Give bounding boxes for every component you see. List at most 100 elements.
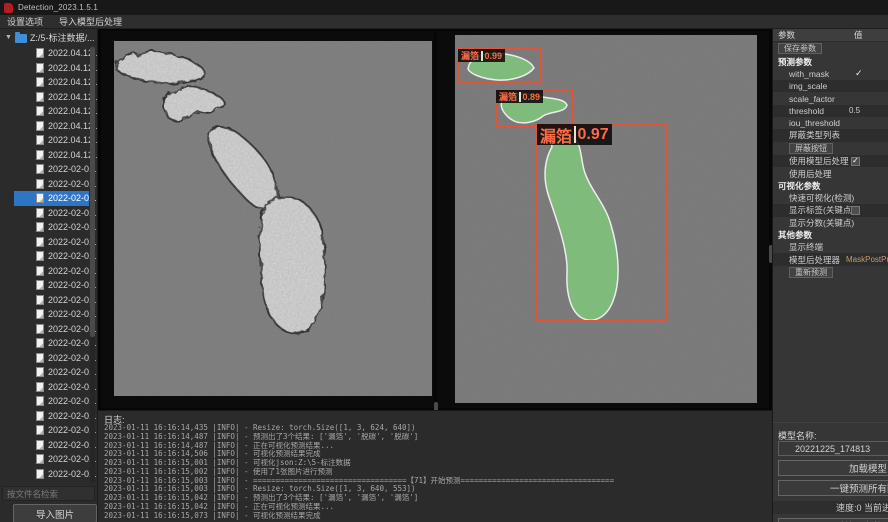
- checkbox-checked[interactable]: ✓: [851, 157, 860, 166]
- tree-item-file[interactable]: 2022-02-0...: [14, 206, 89, 221]
- image-viewer-area: 漏箔0.99漏箔0.89漏箔0.97: [98, 29, 772, 410]
- log-line: 2023-01-11 16:16:15,073 |INFO| - 可视化预测结果…: [104, 512, 772, 521]
- file-icon: [36, 266, 44, 276]
- detection-label: 漏箔0.99: [458, 49, 505, 62]
- tree-scrollbar-thumb[interactable]: [90, 47, 95, 337]
- tree-item-file[interactable]: 2022-02-0...: [14, 293, 89, 308]
- param-row[interactable]: iou_threshold: [773, 117, 888, 129]
- tree-item-file[interactable]: 2022-02-0...: [14, 235, 89, 250]
- file-icon: [36, 92, 44, 102]
- tree-item-file[interactable]: 2022.04.12...: [14, 90, 89, 105]
- tree-item-file[interactable]: 2022.04.12...: [14, 148, 89, 163]
- tree-item-file[interactable]: 2022-02-0...: [14, 452, 89, 467]
- param-label: 显示标签(关键点): [789, 204, 854, 216]
- tree-item-file[interactable]: 2022.04.12...: [14, 119, 89, 134]
- param-button[interactable]: 屏蔽按钮: [789, 143, 833, 154]
- tree-item-file[interactable]: 2022.04.12...: [14, 75, 89, 90]
- log-lines: 2023-01-11 16:16:14,435 |INFO| - Resize:…: [104, 424, 772, 520]
- param-row[interactable]: 快速可视化(检测): [773, 192, 888, 204]
- file-icon: [36, 193, 44, 203]
- file-icon: [36, 309, 44, 319]
- predict-all-button[interactable]: 一键预测所有图片: [778, 480, 888, 496]
- param-button[interactable]: 保存参数: [778, 43, 822, 54]
- chevron-down-icon: ▼: [5, 34, 12, 41]
- tree-item-file[interactable]: 2022-02-0...: [14, 409, 89, 424]
- file-tree-root[interactable]: ▼ Z:/5-标注数据/...: [0, 29, 97, 46]
- param-row[interactable]: 屏蔽类型列表: [773, 129, 888, 141]
- file-icon: [36, 48, 44, 58]
- file-icon: [36, 63, 44, 73]
- param-label: 快速可视化(检测): [789, 192, 854, 204]
- app-logo-icon: [4, 3, 13, 13]
- param-button-row: 重新预测: [773, 266, 888, 280]
- tree-item-file[interactable]: 2022.04.12...: [14, 61, 89, 76]
- tree-root-label: Z:/5-标注数据/...: [30, 31, 95, 44]
- param-row[interactable]: scale_factor: [773, 92, 888, 104]
- speed-status-text: 速度:0 当前进度: [773, 501, 888, 514]
- original-image-panel: [101, 31, 434, 408]
- postprocess-settings-button[interactable]: 后处理参数设置: [778, 518, 888, 522]
- file-icon: [36, 425, 44, 435]
- model-section: 模型名称: 20221225_174813 加载模型 一键预测所有图片 速度:0…: [773, 422, 888, 423]
- app-window: Detection_2023.1.5.1 设置选项 导入模型后处理 ▼ Z:/5…: [0, 0, 888, 522]
- param-section-label: 可视化参数: [773, 180, 888, 192]
- file-icon: [36, 150, 44, 160]
- param-row[interactable]: with_mask✓: [773, 68, 888, 80]
- tree-item-file[interactable]: 2022.04.12...: [14, 46, 89, 61]
- menu-item-import-postprocess[interactable]: 导入模型后处理: [59, 15, 122, 28]
- right-image[interactable]: 漏箔0.99漏箔0.89漏箔0.97: [455, 35, 757, 403]
- file-icon: [36, 295, 44, 305]
- detection-box[interactable]: [536, 123, 668, 322]
- tree-item-file[interactable]: 2022-02-0...: [14, 394, 89, 409]
- param-row[interactable]: threshold0.5: [773, 105, 888, 117]
- tree-item-file[interactable]: 2022-02-0...: [14, 438, 89, 453]
- param-row[interactable]: 显示终端: [773, 241, 888, 253]
- tree-item-file[interactable]: 2022-02-0...: [14, 278, 89, 293]
- param-row[interactable]: 使用后处理: [773, 167, 888, 179]
- checkmark-icon: ✓: [855, 68, 863, 79]
- file-icon: [36, 367, 44, 377]
- tree-item-file[interactable]: 2022-02-0...: [14, 162, 89, 177]
- tree-item-file[interactable]: 2022-02-0...: [14, 467, 89, 482]
- tree-item-file[interactable]: 2022-02-0...: [14, 365, 89, 380]
- file-icon: [36, 469, 44, 479]
- search-input[interactable]: [2, 486, 95, 501]
- tree-item-file[interactable]: 2022.04.12...: [14, 104, 89, 119]
- param-row[interactable]: 使用模型后处理✓: [773, 155, 888, 167]
- original-image[interactable]: [114, 41, 432, 396]
- param-section-label: 预测参数: [773, 56, 888, 68]
- param-row[interactable]: 模型后处理器MaskPostPro: [773, 253, 888, 265]
- file-tree: ▼ Z:/5-标注数据/... 2022.04.12...2022.04.12.…: [0, 29, 97, 483]
- param-label: 模型后处理器: [789, 254, 840, 266]
- import-images-button[interactable]: 导入图片: [13, 504, 97, 522]
- tree-item-file[interactable]: 2022-02-0...: [14, 191, 89, 206]
- param-button[interactable]: 重新预测: [789, 267, 833, 278]
- model-name-field[interactable]: 20221225_174813: [778, 441, 888, 456]
- param-row[interactable]: 显示分数(关键点): [773, 217, 888, 229]
- tree-item-file[interactable]: 2022-02-0...: [14, 423, 89, 438]
- file-icon: [36, 208, 44, 218]
- tree-item-file[interactable]: 2022-02-0...: [14, 380, 89, 395]
- tree-item-file[interactable]: 2022-02-0...: [14, 220, 89, 235]
- param-row[interactable]: 显示标签(关键点): [773, 204, 888, 216]
- file-icon: [36, 396, 44, 406]
- file-icon: [36, 280, 44, 290]
- tree-item-file[interactable]: 2022-02-0...: [14, 307, 89, 322]
- param-label: threshold: [789, 106, 824, 116]
- tree-item-file[interactable]: 2022-02-0...: [14, 177, 89, 192]
- tree-item-file[interactable]: 2022-02-0...: [14, 322, 89, 337]
- file-icon: [36, 77, 44, 87]
- tree-item-file[interactable]: 2022.04.12...: [14, 133, 89, 148]
- log-area[interactable]: 日志: 2023-01-11 16:16:14,435 |INFO| - Res…: [98, 410, 772, 522]
- tree-item-file[interactable]: 2022-02-0...: [14, 351, 89, 366]
- menu-item-settings[interactable]: 设置选项: [7, 15, 43, 28]
- tree-item-file[interactable]: 2022-02-0...: [14, 249, 89, 264]
- load-model-button[interactable]: 加载模型: [778, 460, 888, 476]
- tree-item-file[interactable]: 2022-02-0...: [14, 264, 89, 279]
- file-icon: [36, 121, 44, 131]
- checkbox-empty[interactable]: [851, 206, 860, 215]
- tree-item-file[interactable]: 2022-02-0...: [14, 336, 89, 351]
- param-label: iou_threshold: [789, 118, 840, 128]
- param-label: 使用模型后处理: [789, 155, 849, 167]
- param-row[interactable]: img_scale: [773, 80, 888, 92]
